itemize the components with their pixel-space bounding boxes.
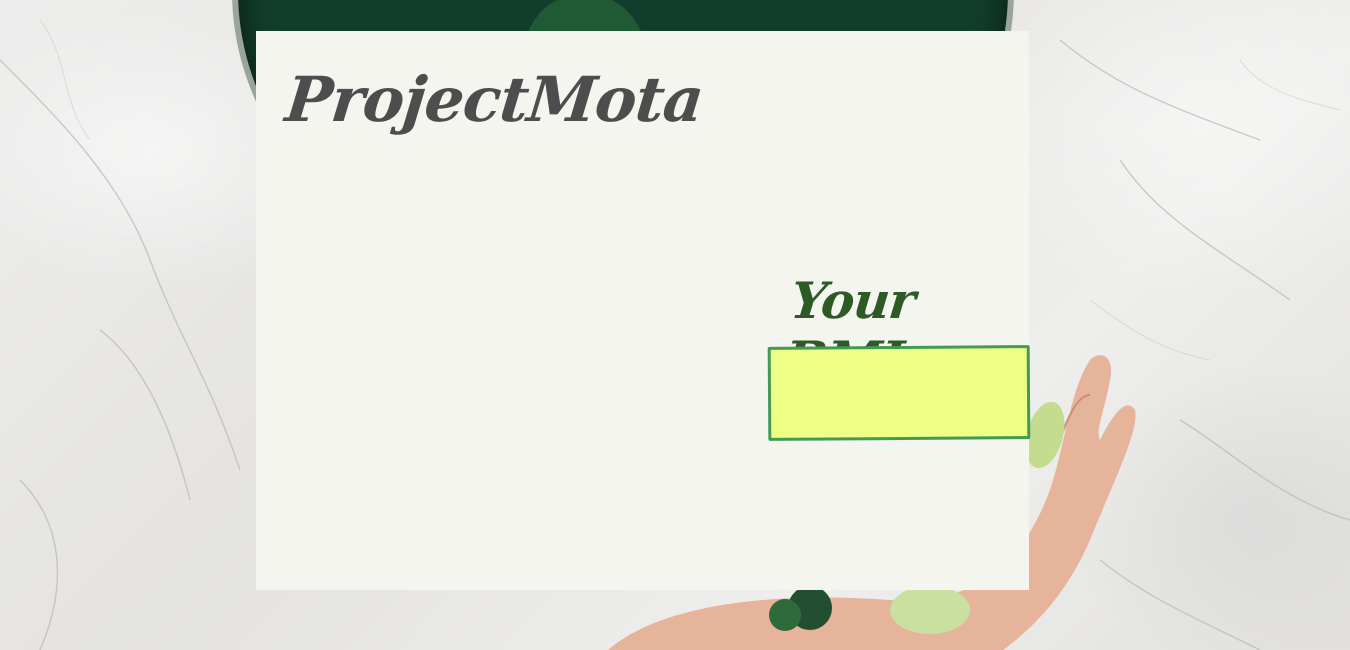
main-card: ProjectMota Your BMI [256, 31, 1029, 590]
brand-logo-text: ProjectMota [282, 63, 707, 136]
bmi-result-field[interactable] [767, 345, 1031, 441]
